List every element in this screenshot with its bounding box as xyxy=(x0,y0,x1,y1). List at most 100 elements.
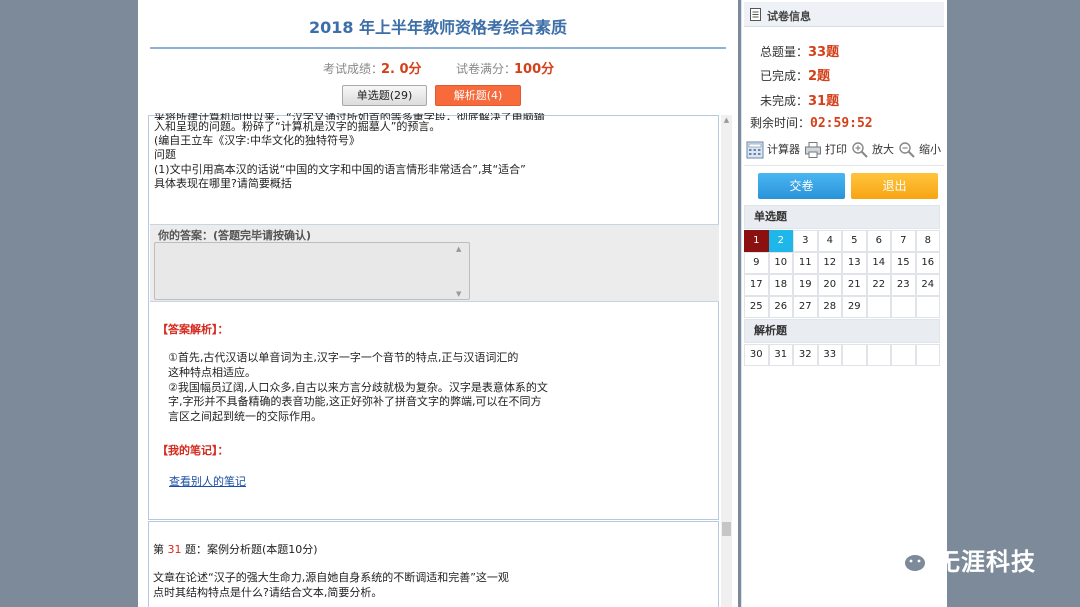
exit-button[interactable]: 退出 xyxy=(851,173,938,199)
question-number-cell[interactable]: 33 xyxy=(817,344,842,366)
question-number-cell[interactable]: 22 xyxy=(866,274,891,296)
zoom-in-icon xyxy=(852,142,868,158)
time-value: 02:59:52 xyxy=(810,116,873,131)
question-number-cell[interactable]: 24 xyxy=(915,274,940,296)
question-number-cell[interactable]: 23 xyxy=(891,274,916,296)
question-number-cell[interactable]: 13 xyxy=(842,252,867,274)
question-number-cell[interactable]: 5 xyxy=(842,230,867,252)
textarea-scroll-up-icon[interactable]: ▲ xyxy=(456,245,717,253)
question-31-text: 文章在论述“汉子的强大生命力,源自她自身系统的不断调适和完善”这一观 点时其结构… xyxy=(153,571,713,601)
analysis-section-header: 解析题 xyxy=(744,319,940,343)
question-scroll-pane: 采将所建计算机同世以来，“汉字又通过所如首的等多重字段，彻底解决了电脑输 入和呈… xyxy=(148,113,719,607)
question-30-text: 采将所建计算机同世以来，“汉字又通过所如首的等多重字段，彻底解决了电脑输 入和呈… xyxy=(154,113,714,191)
empty-grid-cell xyxy=(891,296,916,318)
done-count: 已完成：2题 xyxy=(760,65,830,84)
analysis-line: ②我国幅员辽阔,人口众多,自古以来方言分歧就极为复杂。汉字是表意体系的文 xyxy=(168,380,548,394)
document-icon xyxy=(750,8,761,21)
answer-textarea[interactable] xyxy=(154,242,470,300)
question-number-cell[interactable]: 20 xyxy=(817,274,842,296)
question-number-cell[interactable]: 16 xyxy=(915,252,940,274)
question-line: 入和呈现的问题。粉碎了“计算机是汉字的掘墓人”的预言。 xyxy=(154,120,441,133)
question-number-cell[interactable]: 12 xyxy=(817,252,842,274)
zoom-out-label: 缩小 xyxy=(919,143,941,156)
question-number-cell[interactable]: 28 xyxy=(817,296,842,318)
calculator-tool[interactable]: 计算器 xyxy=(746,141,800,159)
question-number-cell[interactable]: 3 xyxy=(793,230,818,252)
analysis-grid: 30 31 32 33 xyxy=(744,344,940,366)
empty-grid-cell xyxy=(866,344,891,366)
question-number-cell[interactable]: 11 xyxy=(793,252,818,274)
full-score-value: 100分 xyxy=(514,62,555,77)
title-divider xyxy=(150,47,726,49)
question-number-cell[interactable]: 2 xyxy=(768,230,793,252)
toolbar: 计算器 打印 放大 缩小 xyxy=(746,140,944,162)
undone-count: 未完成：31题 xyxy=(760,90,839,109)
question-30-box: 采将所建计算机同世以来，“汉字又通过所如首的等多重字段，彻底解决了电脑输 入和呈… xyxy=(148,113,719,520)
question-number-cell[interactable]: 30 xyxy=(744,344,769,366)
exam-title: 2018 年上半年教师资格考综合素质 xyxy=(308,18,568,37)
question-number-cell[interactable]: 8 xyxy=(915,230,940,252)
question-number-cell[interactable]: 27 xyxy=(793,296,818,318)
question-line: 具体表现在哪里?请简要概括 xyxy=(154,176,292,190)
question-31-box: 第 31 题：案例分析题(本题10分) 文章在论述“汉子的强大生命力,源自她自身… xyxy=(148,521,719,607)
question-number-cell[interactable]: 18 xyxy=(768,274,793,296)
textarea-scroll-down-icon[interactable]: ▼ xyxy=(456,290,717,298)
total-count: 总题量：33题 xyxy=(760,41,839,60)
question-number-cell[interactable]: 4 xyxy=(817,230,842,252)
empty-grid-cell xyxy=(866,296,891,318)
question-number-cell[interactable]: 26 xyxy=(768,296,793,318)
zoom-in-tool[interactable]: 放大 xyxy=(851,141,894,159)
empty-grid-cell xyxy=(891,344,916,366)
tab-analysis[interactable]: 解析题(4) xyxy=(435,85,521,106)
question-number-cell[interactable]: 1 xyxy=(744,230,769,252)
printer-icon xyxy=(805,142,821,158)
print-label: 打印 xyxy=(825,143,847,156)
zoom-out-tool[interactable]: 缩小 xyxy=(898,141,941,159)
answer-area: 你的答案：(答题完毕请按确认) ▲ ▼ xyxy=(150,224,719,302)
question-number-cell[interactable]: 21 xyxy=(842,274,867,296)
full-score-label: 试卷满分： xyxy=(456,62,517,76)
toolbar-divider xyxy=(744,165,944,166)
calculator-label: 计算器 xyxy=(767,143,800,156)
question-line: (1)文中引用高本汉的话说“中国的文字和中国的语言情形非常适合”,其“适合” xyxy=(154,162,526,176)
empty-grid-cell xyxy=(915,344,940,366)
question-number-cell[interactable]: 32 xyxy=(793,344,818,366)
scrollbar-thumb[interactable] xyxy=(722,522,731,536)
print-tool[interactable]: 打印 xyxy=(804,141,847,159)
question-number-cell[interactable]: 6 xyxy=(866,230,891,252)
exam-info-title: 试卷信息 xyxy=(767,10,811,23)
question-number-cell[interactable]: 29 xyxy=(842,296,867,318)
total-label: 总题量： xyxy=(760,45,809,59)
total-value: 33题 xyxy=(808,45,840,60)
question-number-cell[interactable]: 7 xyxy=(891,230,916,252)
scroll-up-icon[interactable]: ▲ xyxy=(721,115,732,126)
single-choice-section-header: 单选题 xyxy=(744,205,940,229)
question-number-cell[interactable]: 14 xyxy=(866,252,891,274)
question-number-cell[interactable]: 9 xyxy=(744,252,769,274)
exam-info-header: 试卷信息 xyxy=(744,2,944,27)
exam-sidebar: 试卷信息 总题量：33题 已完成：2题 未完成：31题 剩余时间：02:59:5… xyxy=(741,0,947,607)
question-number-cell[interactable]: 31 xyxy=(768,344,793,366)
question-31-prefix: 第 xyxy=(153,543,168,556)
vertical-scrollbar[interactable]: ▲ xyxy=(721,115,732,607)
analysis-line: 言区之间起到统一的交际作用。 xyxy=(168,410,322,424)
empty-grid-cell xyxy=(915,296,940,318)
undone-label: 未完成： xyxy=(760,94,809,108)
watermark-text: 无涯科技 xyxy=(936,548,1036,576)
question-number-cell[interactable]: 10 xyxy=(768,252,793,274)
tab-single-choice[interactable]: 单选题(29) xyxy=(342,85,427,106)
question-31-suffix: 题：案例分析题(本题10分) xyxy=(181,543,318,556)
notes-heading: 【我的笔记】： xyxy=(157,444,229,457)
question-31-number: 31 xyxy=(167,543,182,556)
view-others-notes-link[interactable]: 查看别人的笔记 xyxy=(169,473,246,489)
submit-exam-button[interactable]: 交卷 xyxy=(758,173,845,199)
question-number-cell[interactable]: 15 xyxy=(891,252,916,274)
score-row: 考试成绩： 2. 0分 试卷满分： 100分 xyxy=(138,58,738,77)
question-number-cell[interactable]: 17 xyxy=(744,274,769,296)
time-label: 剩余时间： xyxy=(750,116,811,130)
question-number-cell[interactable]: 25 xyxy=(744,296,769,318)
question-number-cell[interactable]: 19 xyxy=(793,274,818,296)
calculator-icon xyxy=(746,141,764,159)
analysis-line: 这种特点相适应。 xyxy=(168,365,256,379)
question-line: 采将所建计算机同世以来，“汉字又通过所如首的等多重字段，彻底解决了电脑输 xyxy=(154,113,545,120)
